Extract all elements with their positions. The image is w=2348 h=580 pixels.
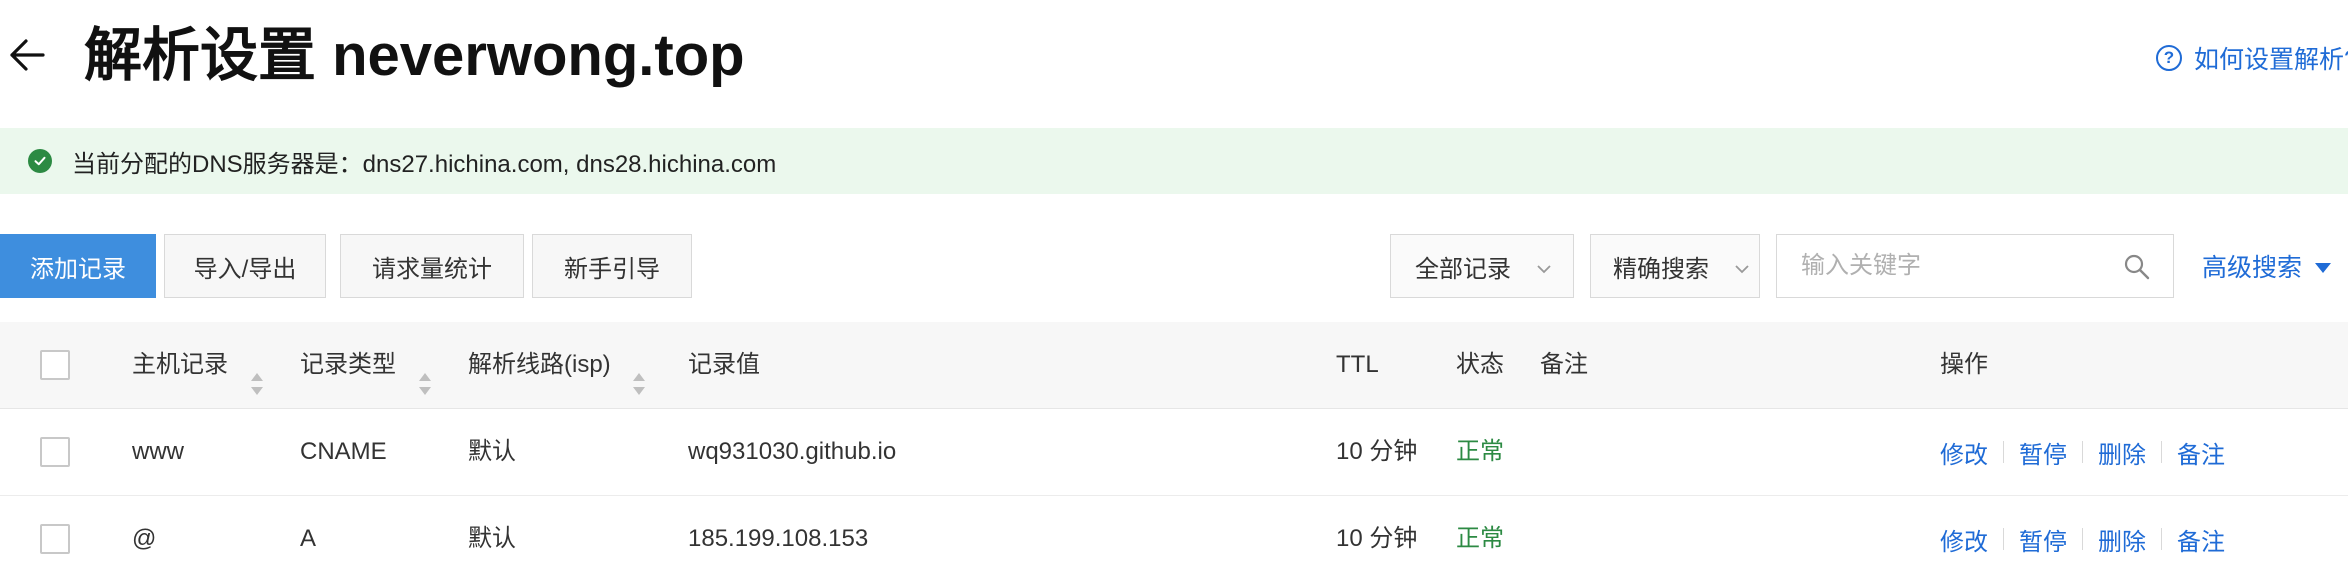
import-export-button[interactable]: 导入/导出 <box>164 234 326 298</box>
column-host-label: 主机记录 <box>132 351 228 378</box>
check-circle-icon <box>28 149 52 173</box>
notice-text: 当前分配的DNS服务器是：dns27.hichina.com, dns28.hi… <box>72 150 777 178</box>
dns-records-table: 主机记录 记录类型 解析线路(isp) 记录值 TTL 状态 备注 操作 www… <box>0 322 2348 580</box>
column-status: 状态 <box>1456 351 1504 378</box>
sort-icon[interactable] <box>249 349 265 395</box>
action-divider <box>2003 441 2004 463</box>
chevron-down-icon <box>1733 257 1751 285</box>
cell-ttl: 10 分钟 <box>1336 525 1418 552</box>
column-remark: 备注 <box>1540 351 1588 378</box>
search-icon[interactable] <box>2123 253 2151 286</box>
advanced-search-toggle[interactable]: 高级搜索 <box>2202 234 2332 298</box>
action-divider <box>2161 528 2162 550</box>
record-filter-select[interactable]: 全部记录 <box>1390 234 1574 298</box>
column-line-label: 解析线路(isp) <box>468 351 611 378</box>
row-actions: 修改 暂停 删除 备注 <box>1940 409 2225 495</box>
keyword-search-input[interactable] <box>1799 235 2103 297</box>
arrow-left-icon <box>9 38 45 77</box>
request-stats-button[interactable]: 请求量统计 <box>340 234 524 298</box>
cell-line: 默认 <box>468 525 516 552</box>
cell-value: 185.199.108.153 <box>688 525 869 552</box>
keyword-search-box <box>1776 234 2174 298</box>
table-row: www CNAME 默认 wq931030.github.io 10 分钟 正常… <box>0 409 2348 496</box>
dns-server-notice: 当前分配的DNS服务器是：dns27.hichina.com, dns28.hi… <box>0 128 2348 194</box>
action-divider <box>2082 528 2083 550</box>
search-mode-value: 精确搜索 <box>1613 255 1709 283</box>
table-row: @ A 默认 185.199.108.153 10 分钟 正常 修改 暂停 删除… <box>0 496 2348 580</box>
record-filter-value: 全部记录 <box>1415 255 1511 283</box>
action-divider <box>2082 441 2083 463</box>
row-checkbox[interactable] <box>40 437 70 467</box>
cell-line: 默认 <box>468 438 516 465</box>
cell-type: A <box>300 525 317 552</box>
column-host: 主机记录 <box>132 322 265 408</box>
beginner-guide-button[interactable]: 新手引导 <box>532 234 692 298</box>
caret-down-icon <box>2314 252 2332 281</box>
edit-link[interactable]: 修改 <box>1940 522 1988 557</box>
remark-link[interactable]: 备注 <box>2177 522 2225 557</box>
toolbar: 添加记录 导入/导出 请求量统计 新手引导 全部记录 精确搜索 输入关键字 高级… <box>0 234 2348 298</box>
select-all-checkbox[interactable] <box>40 350 70 380</box>
column-ttl: TTL <box>1336 351 1379 378</box>
table-header: 主机记录 记录类型 解析线路(isp) 记录值 TTL 状态 备注 操作 <box>0 322 2348 409</box>
row-actions: 修改 暂停 删除 备注 <box>1940 496 2225 580</box>
cell-type: CNAME <box>300 438 387 465</box>
help-link-label: 如何设置解析? <box>2194 46 2348 74</box>
delete-link[interactable]: 删除 <box>2098 522 2146 557</box>
question-circle-icon: ? <box>2156 45 2182 71</box>
delete-link[interactable]: 删除 <box>2098 435 2146 470</box>
cell-status: 正常 <box>1456 525 1504 552</box>
back-button[interactable] <box>0 24 54 90</box>
pause-link[interactable]: 暂停 <box>2019 522 2067 557</box>
column-value: 记录值 <box>688 351 760 378</box>
add-record-button[interactable]: 添加记录 <box>0 234 156 298</box>
page-title: 解析设置 neverwong.top <box>84 23 745 88</box>
dns-settings-page: 解析设置 neverwong.top ? 如何设置解析? 当前分配的DNS服务器… <box>0 0 2348 580</box>
cell-ttl: 10 分钟 <box>1336 438 1418 465</box>
action-divider <box>2003 528 2004 550</box>
pause-link[interactable]: 暂停 <box>2019 435 2067 470</box>
sort-icon[interactable] <box>631 349 647 395</box>
advanced-search-label: 高级搜索 <box>2202 254 2303 282</box>
help-link[interactable]: ? 如何设置解析? <box>2156 38 2348 78</box>
remark-link[interactable]: 备注 <box>2177 435 2225 470</box>
page-header: 解析设置 neverwong.top ? 如何设置解析? <box>0 0 2348 118</box>
sort-icon[interactable] <box>417 349 433 395</box>
search-mode-select[interactable]: 精确搜索 <box>1590 234 1760 298</box>
chevron-down-icon <box>1535 257 1553 285</box>
column-type: 记录类型 <box>300 322 433 408</box>
column-type-label: 记录类型 <box>300 351 396 378</box>
column-line: 解析线路(isp) <box>468 322 647 408</box>
row-checkbox[interactable] <box>40 524 70 554</box>
action-divider <box>2161 441 2162 463</box>
cell-value: wq931030.github.io <box>688 438 897 465</box>
edit-link[interactable]: 修改 <box>1940 435 1988 470</box>
column-actions: 操作 <box>1940 351 1988 378</box>
cell-host: @ <box>132 525 157 552</box>
cell-status: 正常 <box>1456 438 1504 465</box>
cell-host: www <box>132 438 184 465</box>
